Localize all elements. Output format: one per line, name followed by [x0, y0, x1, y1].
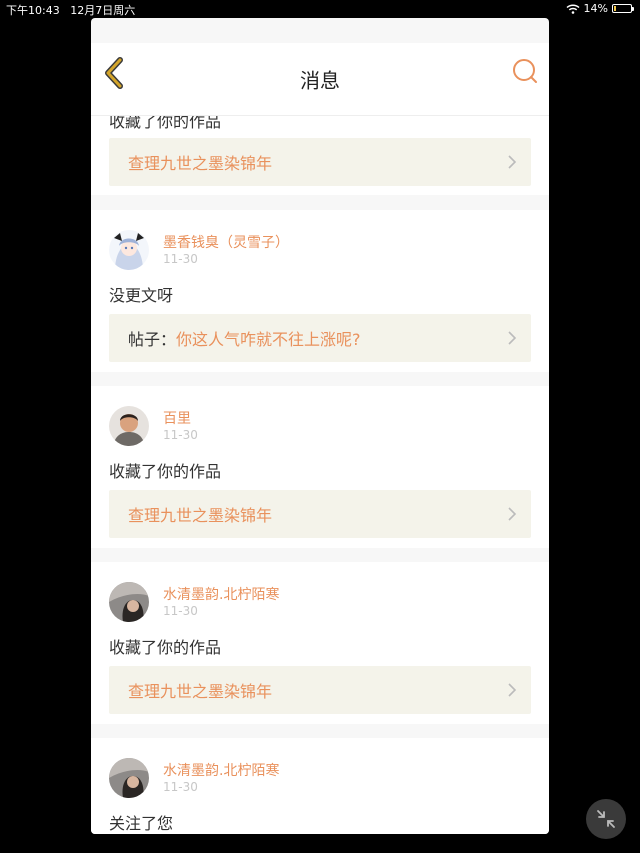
post-ref-text: 帖子：你这人气咋就不往上涨呢?	[128, 326, 361, 350]
status-bar: 下午10:43 12月7日周六 14%	[0, 0, 640, 18]
user-avatar-image	[109, 582, 149, 622]
collapse-button[interactable]	[586, 799, 626, 839]
battery-fill	[614, 6, 617, 11]
username[interactable]: 墨香钱臭（灵雪子）	[163, 232, 289, 252]
search-icon[interactable]	[511, 57, 539, 85]
avatar[interactable]	[109, 406, 149, 446]
timestamp: 11-30	[163, 780, 198, 794]
notification-card: 水清墨韵.北柠陌寒 11-30 收藏了你的作品 查理九世之墨染锦年	[91, 562, 549, 724]
work-title: 查理九世之墨染锦年	[128, 506, 273, 525]
username[interactable]: 百里	[163, 408, 191, 428]
notification-card: 百里 11-30 收藏了你的作品 查理九世之墨染锦年	[91, 386, 549, 548]
chevron-right-icon	[508, 331, 517, 345]
messages-sheet: 收藏了你的作品 查理九世之墨染锦年 墨香钱臭（灵雪子） 11-30 没更文呀 帖…	[91, 18, 549, 834]
chevron-right-icon	[508, 683, 517, 697]
avatar[interactable]	[109, 230, 149, 270]
user-avatar-image	[109, 406, 149, 446]
status-time-date: 下午10:43 12月7日周六	[6, 2, 135, 18]
work-link[interactable]: 查理九世之墨染锦年	[109, 490, 531, 538]
timestamp: 11-30	[163, 252, 198, 266]
wifi-icon	[566, 3, 580, 14]
work-title: 查理九世之墨染锦年	[128, 682, 273, 701]
post-title: 你这人气咋就不往上涨呢?	[176, 330, 361, 349]
avatar[interactable]	[109, 758, 149, 798]
avatar[interactable]	[109, 582, 149, 622]
post-link[interactable]: 帖子：你这人气咋就不往上涨呢?	[109, 314, 531, 362]
work-link[interactable]: 查理九世之墨染锦年	[109, 666, 531, 714]
work-title: 查理九世之墨染锦年	[128, 154, 273, 173]
timestamp: 11-30	[163, 428, 198, 442]
notification-text: 关注了您	[109, 814, 174, 833]
chevron-right-icon	[508, 507, 517, 521]
user-avatar-image	[109, 230, 149, 270]
timestamp: 11-30	[163, 604, 198, 618]
nav-bar: 消息	[91, 43, 549, 116]
username[interactable]: 水清墨韵.北柠陌寒	[163, 760, 279, 780]
notification-text: 收藏了你的作品	[109, 638, 222, 657]
username[interactable]: 水清墨韵.北柠陌寒	[163, 584, 279, 604]
status-time: 下午10:43	[6, 4, 60, 17]
battery-percent: 14%	[583, 2, 608, 15]
user-avatar-image	[109, 758, 149, 798]
notification-text: 收藏了你的作品	[109, 462, 222, 481]
notification-card: 水清墨韵.北柠陌寒 11-30 关注了您	[91, 738, 549, 834]
page-title: 消息	[300, 68, 340, 93]
status-date: 12月7日周六	[70, 4, 136, 17]
collapse-arrows-icon	[597, 810, 615, 828]
work-link[interactable]: 查理九世之墨染锦年	[109, 138, 531, 186]
status-right: 14%	[566, 2, 634, 15]
notification-text: 没更文呀	[109, 286, 174, 305]
battery-icon	[612, 4, 634, 13]
notification-card: 墨香钱臭（灵雪子） 11-30 没更文呀 帖子：你这人气咋就不往上涨呢?	[91, 210, 549, 372]
chevron-right-icon	[508, 155, 517, 169]
post-prefix: 帖子：	[128, 330, 177, 349]
